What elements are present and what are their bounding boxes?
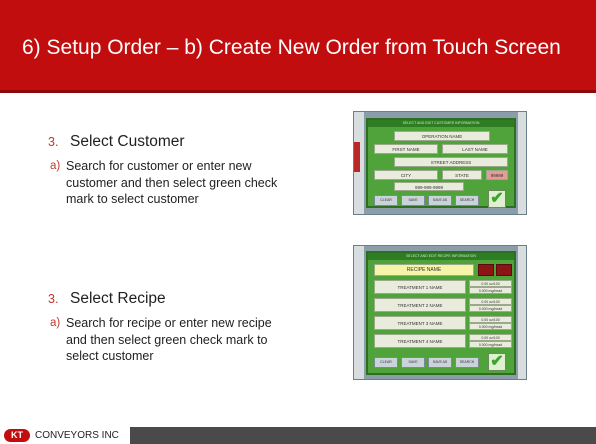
step-select-recipe: 3. Select Recipe a) Search for recipe or … bbox=[48, 289, 280, 365]
clear-button[interactable]: CLEAR bbox=[374, 195, 398, 206]
last-name-field[interactable]: LAST NAME bbox=[442, 144, 508, 154]
treatment-2-rate2: 0.000 mg/head bbox=[469, 305, 512, 312]
window-title: SELECT AND EDIT CUSTOMER INFORMATION bbox=[368, 120, 514, 127]
first-name-field[interactable]: FIRST NAME bbox=[374, 144, 438, 154]
company-name: CONVEYORS INC bbox=[35, 430, 119, 441]
recipe-name-field[interactable]: RECIPE NAME bbox=[374, 264, 474, 276]
recipe-unit-box bbox=[478, 264, 494, 276]
green-check-icon[interactable]: ✔ bbox=[488, 353, 506, 371]
save-button[interactable]: SAVE bbox=[401, 357, 425, 368]
state-field[interactable]: STATE bbox=[442, 170, 482, 180]
treatment-4-rate2: 0.000 mg/head bbox=[469, 341, 512, 348]
treatment-3-field[interactable]: TREATMENT 3 NAME bbox=[374, 316, 466, 330]
city-field[interactable]: CITY bbox=[374, 170, 438, 180]
search-button[interactable]: SEARCH bbox=[455, 357, 479, 368]
treatment-4-field[interactable]: TREATMENT 4 NAME bbox=[374, 334, 466, 348]
company-logo: KT CONVEYORS INC bbox=[0, 427, 130, 444]
sub-step-letter: a) bbox=[50, 317, 61, 329]
green-check-icon[interactable]: ✔ bbox=[488, 190, 506, 208]
slide-title: 6) Setup Order – b) Create New Order fro… bbox=[22, 36, 561, 59]
step-heading: Select Recipe bbox=[70, 290, 166, 307]
operation-name-field[interactable]: OPERATION NAME bbox=[394, 131, 490, 141]
step-number: 3. bbox=[48, 292, 59, 306]
customer-screen-screenshot: SELECT AND EDIT CUSTOMER INFORMATION OPE… bbox=[353, 111, 527, 215]
slide: 6) Setup Order – b) Create New Order fro… bbox=[0, 0, 596, 444]
title-bar: 6) Setup Order – b) Create New Order fro… bbox=[0, 0, 596, 93]
save-as-button[interactable]: SAVE AS bbox=[428, 357, 452, 368]
kt-logo-mark: KT bbox=[4, 429, 30, 442]
sub-step-text: Search for customer or enter new custome… bbox=[66, 159, 278, 206]
clear-button[interactable]: CLEAR bbox=[374, 357, 398, 368]
zip-field[interactable]: 99999 bbox=[486, 170, 508, 180]
phone-field[interactable]: 999-999-9999 bbox=[394, 182, 464, 191]
step-number: 3. bbox=[48, 135, 59, 149]
save-button[interactable]: SAVE bbox=[401, 195, 425, 206]
recipe-unit-box bbox=[496, 264, 512, 276]
sub-step-letter: a) bbox=[50, 160, 61, 172]
window-title: SELECT AND EDIT RECIPE INFORMATION bbox=[368, 253, 514, 260]
treatment-1-rate1: 0.00 oz/100 bbox=[469, 280, 512, 287]
treatment-4-rate1: 0.00 oz/100 bbox=[469, 334, 512, 341]
save-as-button[interactable]: SAVE AS bbox=[428, 195, 452, 206]
footer: KT CONVEYORS INC bbox=[0, 427, 596, 444]
recipe-screen-screenshot: SELECT AND EDIT RECIPE INFORMATION RECIP… bbox=[353, 245, 527, 380]
step-heading: Select Customer bbox=[70, 133, 185, 150]
treatment-1-rate2: 0.000 mg/head bbox=[469, 287, 512, 294]
street-address-field[interactable]: STREET ADDRESS bbox=[394, 157, 508, 167]
sub-step-text: Search for recipe or enter new recipe an… bbox=[66, 316, 272, 363]
recipe-dialog: SELECT AND EDIT RECIPE INFORMATION RECIP… bbox=[366, 251, 516, 375]
customer-dialog: SELECT AND EDIT CUSTOMER INFORMATION OPE… bbox=[366, 118, 516, 208]
treatment-3-rate2: 0.000 mg/head bbox=[469, 323, 512, 330]
treatment-3-rate1: 0.00 oz/100 bbox=[469, 316, 512, 323]
step-select-customer: 3. Select Customer a) Search for customer… bbox=[48, 132, 280, 208]
treatment-2-rate1: 0.00 oz/100 bbox=[469, 298, 512, 305]
search-button[interactable]: SEARCH bbox=[455, 195, 479, 206]
treatment-1-field[interactable]: TREATMENT 1 NAME bbox=[374, 280, 466, 294]
treatment-2-field[interactable]: TREATMENT 2 NAME bbox=[374, 298, 466, 312]
